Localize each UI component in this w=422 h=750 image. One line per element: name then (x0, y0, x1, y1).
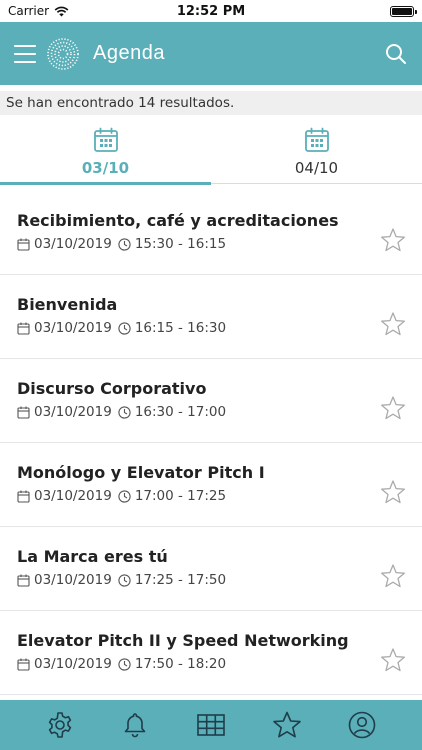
menu-bar (14, 52, 36, 55)
clock-icon (118, 489, 131, 503)
session-title: Bienvenida (17, 295, 118, 314)
clock-icon (118, 657, 131, 671)
battery-fill (392, 7, 412, 15)
status-left: Carrier (8, 4, 69, 18)
grid-icon[interactable] (196, 710, 226, 740)
session-date: 03/10/2019 (34, 656, 112, 672)
tab-day-1[interactable]: 03/10 (0, 122, 211, 185)
session-time: 17:50 - 18:20 (134, 656, 227, 672)
date-tabs: 03/10 04/10 (0, 122, 422, 185)
dotted-circle-logo-icon (47, 37, 79, 70)
tab-label: 04/10 (294, 159, 339, 177)
session-title: Recibimiento, café y acreditaciones (17, 211, 339, 230)
clock-icon (118, 321, 131, 335)
list-item[interactable]: Recibimiento, café y acreditaciones 03/1… (0, 191, 422, 275)
bottom-nav (0, 700, 422, 750)
menu-bar (14, 44, 36, 47)
star-icon[interactable] (380, 647, 406, 673)
calendar-icon (17, 322, 30, 335)
list-item[interactable]: La Marca eres tú 03/10/2019 17:25 - 17:5… (0, 527, 422, 611)
session-title: Elevator Pitch II y Speed Networking (17, 631, 349, 650)
menu-bar (14, 60, 36, 63)
gear-icon[interactable] (45, 710, 75, 740)
session-date: 03/10/2019 (34, 404, 112, 420)
session-time: 17:00 - 17:25 (134, 488, 227, 504)
tab-day-2[interactable]: 04/10 (211, 122, 422, 184)
clock-icon (118, 573, 131, 587)
session-title: Discurso Corporativo (17, 379, 207, 398)
session-meta: 03/10/2019 15:30 - 16:15 (17, 236, 422, 252)
session-meta: 03/10/2019 17:00 - 17:25 (17, 488, 422, 504)
calendar-icon (17, 406, 30, 419)
session-date: 03/10/2019 (34, 320, 112, 336)
session-date: 03/10/2019 (34, 572, 112, 588)
session-meta: 03/10/2019 16:30 - 17:00 (17, 404, 422, 420)
star-icon[interactable] (272, 710, 302, 740)
calendar-icon (304, 127, 329, 152)
list-item[interactable]: Elevator Pitch II y Speed Networking 03/… (0, 611, 422, 695)
session-date: 03/10/2019 (34, 488, 112, 504)
list-item[interactable]: Bienvenida 03/10/2019 16:15 - 16:30 (0, 275, 422, 359)
star-icon[interactable] (380, 395, 406, 421)
calendar-icon (17, 574, 30, 587)
battery-icon (390, 5, 417, 17)
session-time: 17:25 - 17:50 (134, 572, 227, 588)
results-count: Se han encontrado 14 resultados. (0, 91, 422, 115)
app-header: Agenda (0, 22, 422, 85)
list-item[interactable]: Discurso Corporativo 03/10/2019 16:30 - … (0, 359, 422, 443)
clock-icon (118, 405, 131, 419)
status-bar: Carrier 12:52 PM (0, 0, 422, 22)
carrier-label: Carrier (8, 4, 50, 18)
search-icon[interactable] (384, 42, 408, 66)
star-icon[interactable] (380, 311, 406, 337)
star-icon[interactable] (380, 479, 406, 505)
status-right (390, 5, 417, 17)
tab-label: 03/10 (81, 159, 130, 177)
star-icon[interactable] (380, 563, 406, 589)
session-list: Recibimiento, café y acreditaciones 03/1… (0, 191, 422, 695)
calendar-icon (17, 238, 30, 251)
session-meta: 03/10/2019 16:15 - 16:30 (17, 320, 422, 336)
session-meta: 03/10/2019 17:25 - 17:50 (17, 572, 422, 588)
wifi-icon (54, 6, 69, 16)
calendar-icon (17, 658, 30, 671)
session-title: La Marca eres tú (17, 547, 168, 566)
session-time: 16:15 - 16:30 (134, 320, 227, 336)
session-title: Monólogo y Elevator Pitch I (17, 463, 265, 482)
session-time: 16:30 - 17:00 (134, 404, 227, 420)
bell-icon[interactable] (120, 710, 150, 740)
calendar-icon (93, 127, 118, 152)
clock-icon (118, 237, 131, 251)
star-icon[interactable] (380, 227, 406, 253)
page-title: Agenda (93, 42, 165, 64)
hamburger-menu-icon[interactable] (14, 44, 36, 63)
list-item[interactable]: Monólogo y Elevator Pitch I 03/10/2019 1… (0, 443, 422, 527)
calendar-icon (17, 490, 30, 503)
session-date: 03/10/2019 (34, 236, 112, 252)
session-time: 15:30 - 16:15 (134, 236, 227, 252)
user-circle-icon[interactable] (347, 710, 377, 740)
session-meta: 03/10/2019 17:50 - 18:20 (17, 656, 422, 672)
